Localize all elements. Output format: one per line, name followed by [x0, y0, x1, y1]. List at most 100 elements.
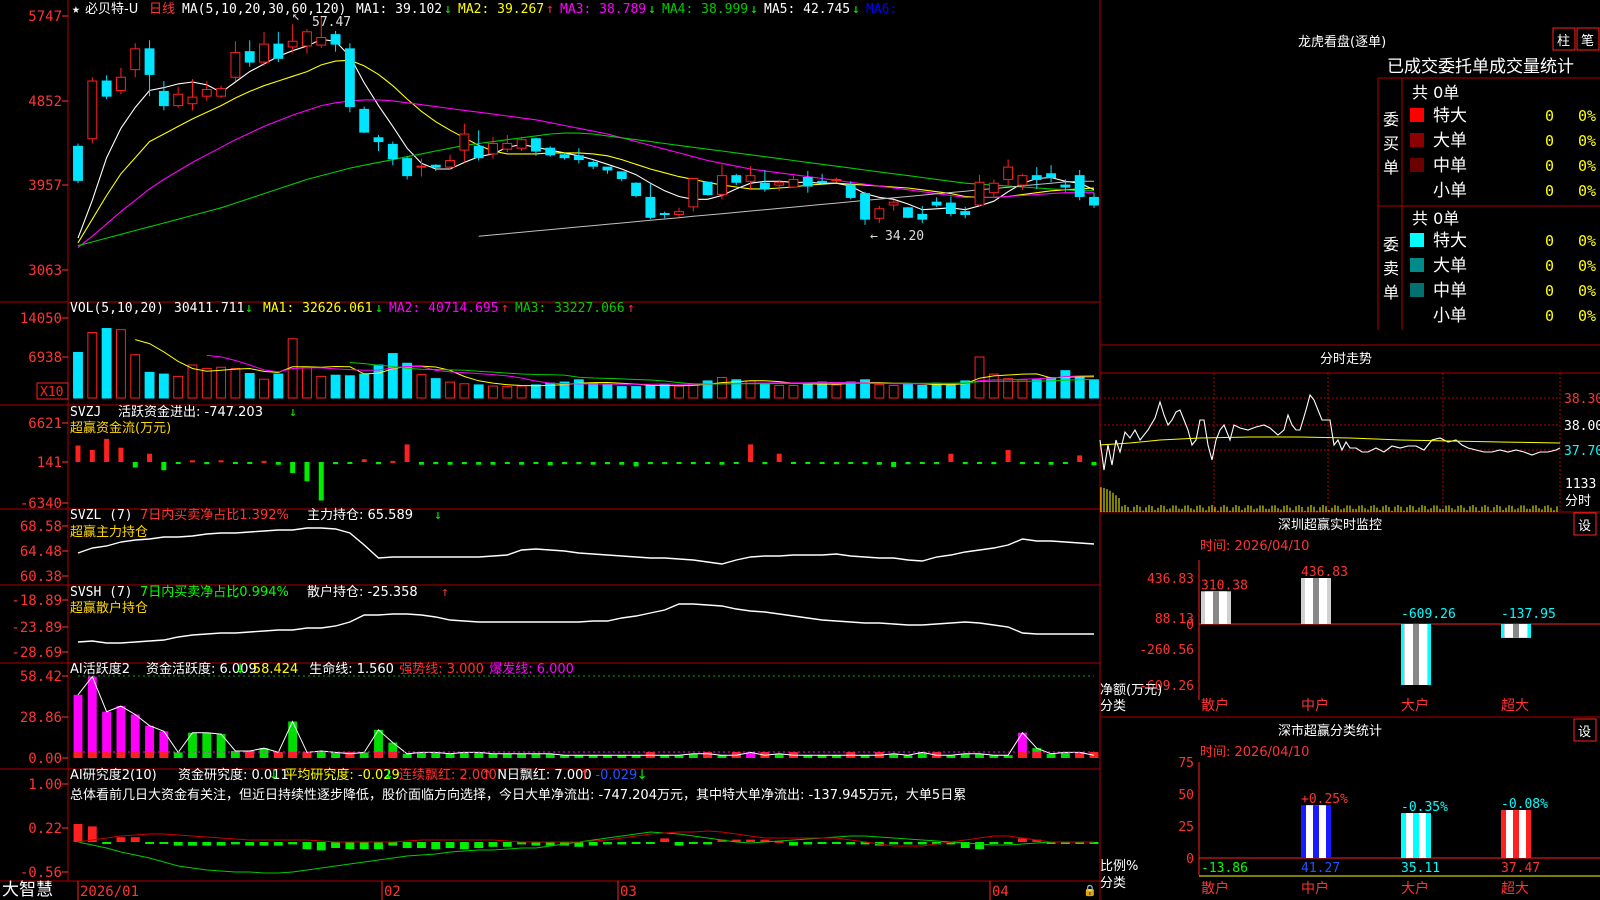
lhb-row-count: 0 — [1545, 257, 1554, 275]
svsh-line[interactable] — [77, 603, 1094, 644]
candle-body — [144, 48, 155, 75]
ai2-bar — [445, 842, 455, 848]
ai1-legend-arrow-1: ↓ — [235, 662, 246, 677]
ai2-bar — [73, 824, 83, 842]
svzj-bar — [476, 462, 482, 465]
ai2-bar — [359, 842, 369, 850]
ai2-bar — [817, 842, 827, 844]
volume-bar — [144, 371, 155, 399]
ai2-bar — [803, 842, 813, 845]
ai1-ytick-label: 0.00 — [28, 751, 62, 767]
ai1-bars[interactable] — [73, 675, 1099, 758]
svsh-ytick-label: -28.69 — [11, 645, 62, 661]
sz-monitor-y-ticks: 436.8388.130-260.56-609.26 — [1139, 572, 1194, 694]
svzj-bar — [1019, 462, 1025, 465]
candle-body — [817, 180, 828, 183]
sz-monitor-bar-core — [1313, 578, 1319, 624]
candle-body — [674, 211, 684, 215]
ai1-bar — [116, 706, 126, 758]
candle-body — [216, 88, 227, 97]
candle-body — [1017, 175, 1028, 186]
vol-legend-arrow-2: ↑ — [501, 301, 509, 316]
volume-bar — [688, 383, 699, 399]
ai1-bar — [87, 676, 97, 758]
svzj-bar — [347, 462, 353, 464]
sz-monitor-category: 超大 — [1501, 698, 1529, 714]
svzj-bar — [762, 462, 768, 465]
candle-body — [87, 80, 98, 140]
svsh-ytick-label: -18.89 — [11, 593, 62, 609]
candle-body — [602, 166, 613, 171]
ai1-title: AI活跃度2 — [70, 661, 130, 677]
ai1-bar — [402, 753, 412, 758]
stock-chart-canvas: ★ 必贝特-U 日线 MA(5,10,20,30,60,120) MA1: 39… — [0, 0, 1600, 900]
volume-bar — [588, 382, 599, 399]
sz-monitor-category: 散户 — [1201, 697, 1229, 714]
svzj-bar — [175, 462, 181, 464]
vol-legend-item-3: MA3: 33227.066 — [515, 301, 625, 316]
svzj-bar — [1005, 449, 1011, 462]
svzj-bar — [848, 462, 854, 464]
svzj-bar — [604, 462, 610, 465]
volume-bar — [330, 374, 341, 399]
sz-class-ytick-label: 0 — [1186, 852, 1194, 867]
svzj-bar — [519, 462, 525, 465]
ai1-legend-item-2: 58.424 — [253, 662, 298, 677]
ai2-bar — [374, 842, 383, 850]
sz-class-bars[interactable]: -13.86 散户 +0.25% 41.27 中户 -0.35% 35.11 大户 -0.08%… — [1198, 762, 1600, 897]
candle-body — [802, 177, 813, 187]
svzj-bar — [733, 462, 739, 464]
svzj-bars[interactable] — [75, 438, 1097, 501]
sz-class-bar-group — [1401, 813, 1431, 858]
svzj-bar — [376, 462, 382, 465]
volume-bar — [1031, 379, 1042, 399]
candle-body — [488, 142, 498, 155]
fenshi-plot[interactable] — [1099, 373, 1561, 512]
ai2-bar — [603, 842, 612, 845]
main-ytick-label: 5747 — [28, 9, 62, 25]
ai1-red-bar — [288, 752, 298, 758]
ai2-bar — [674, 842, 684, 846]
period-label[interactable]: 日线 — [149, 2, 175, 17]
ai2-legend-arrow-3: ↑ — [481, 768, 492, 783]
ai2-bars[interactable] — [73, 824, 1099, 874]
lock-icon[interactable]: 🔒 — [1083, 884, 1097, 897]
vol-title: VOL(5,10,20) — [70, 301, 164, 316]
ai1-red-bar — [73, 752, 83, 758]
ma-legend: MA1: 39.102 ↓ MA2: 39.267 ↑ MA3: 38.789 ↓ MA4:… — [356, 2, 897, 17]
ai2-bar — [145, 842, 154, 844]
vol-legend-arrow-3: ↑ — [627, 301, 635, 316]
ma-line-1 — [77, 38, 1095, 239]
sz-monitor-bar-core — [1513, 624, 1519, 638]
svzl-line[interactable] — [77, 527, 1095, 565]
ai2-legend-arrow-2: ↓ — [383, 768, 394, 783]
lhb-panel: 龙虎看盘(逐单) 柱 笔 已成交委托单成交量统计 共 0单 共 0单 委买单 委… — [1298, 27, 1600, 326]
sz-class-value-label: -13.86 — [1201, 861, 1248, 876]
volume-bars[interactable] — [73, 328, 1099, 399]
fenshi-ytick-label: 38.00 — [1564, 419, 1600, 434]
volume-bar — [759, 383, 770, 399]
candle-body — [759, 182, 770, 190]
ai2-bar — [660, 838, 670, 842]
svsh-title: SVSH (7) — [70, 585, 133, 600]
sz-monitor-bars[interactable]: 310.38 散户 436.83 中户 -609.26 大户 -137.95 超大 — [1198, 560, 1600, 714]
svzj-bar — [905, 462, 911, 465]
svzj-bar — [633, 462, 639, 467]
favorite-star-icon[interactable]: ★ — [72, 2, 80, 17]
svzj-bar — [118, 447, 124, 462]
candle-body — [1060, 184, 1071, 188]
svzj-bar — [1048, 462, 1054, 465]
ai2-bar — [102, 842, 112, 844]
candle-body — [960, 211, 971, 215]
ai2-y-ticks: 1.00 0.22 -0.56 — [20, 777, 68, 881]
sz-class-y-ticks: 75 50 25 0 — [1178, 756, 1194, 867]
candle-body — [344, 48, 355, 108]
candle-body — [430, 164, 441, 168]
ai1-bar — [102, 711, 112, 758]
sz-class-change-label: -0.35% — [1401, 800, 1448, 815]
ai1-bar — [73, 694, 83, 758]
svzl-subtitle: 超赢主力持仓 — [70, 524, 148, 540]
candle-body — [688, 177, 699, 208]
volume-bar — [115, 329, 126, 399]
candlestick-plot[interactable] — [73, 15, 1099, 249]
